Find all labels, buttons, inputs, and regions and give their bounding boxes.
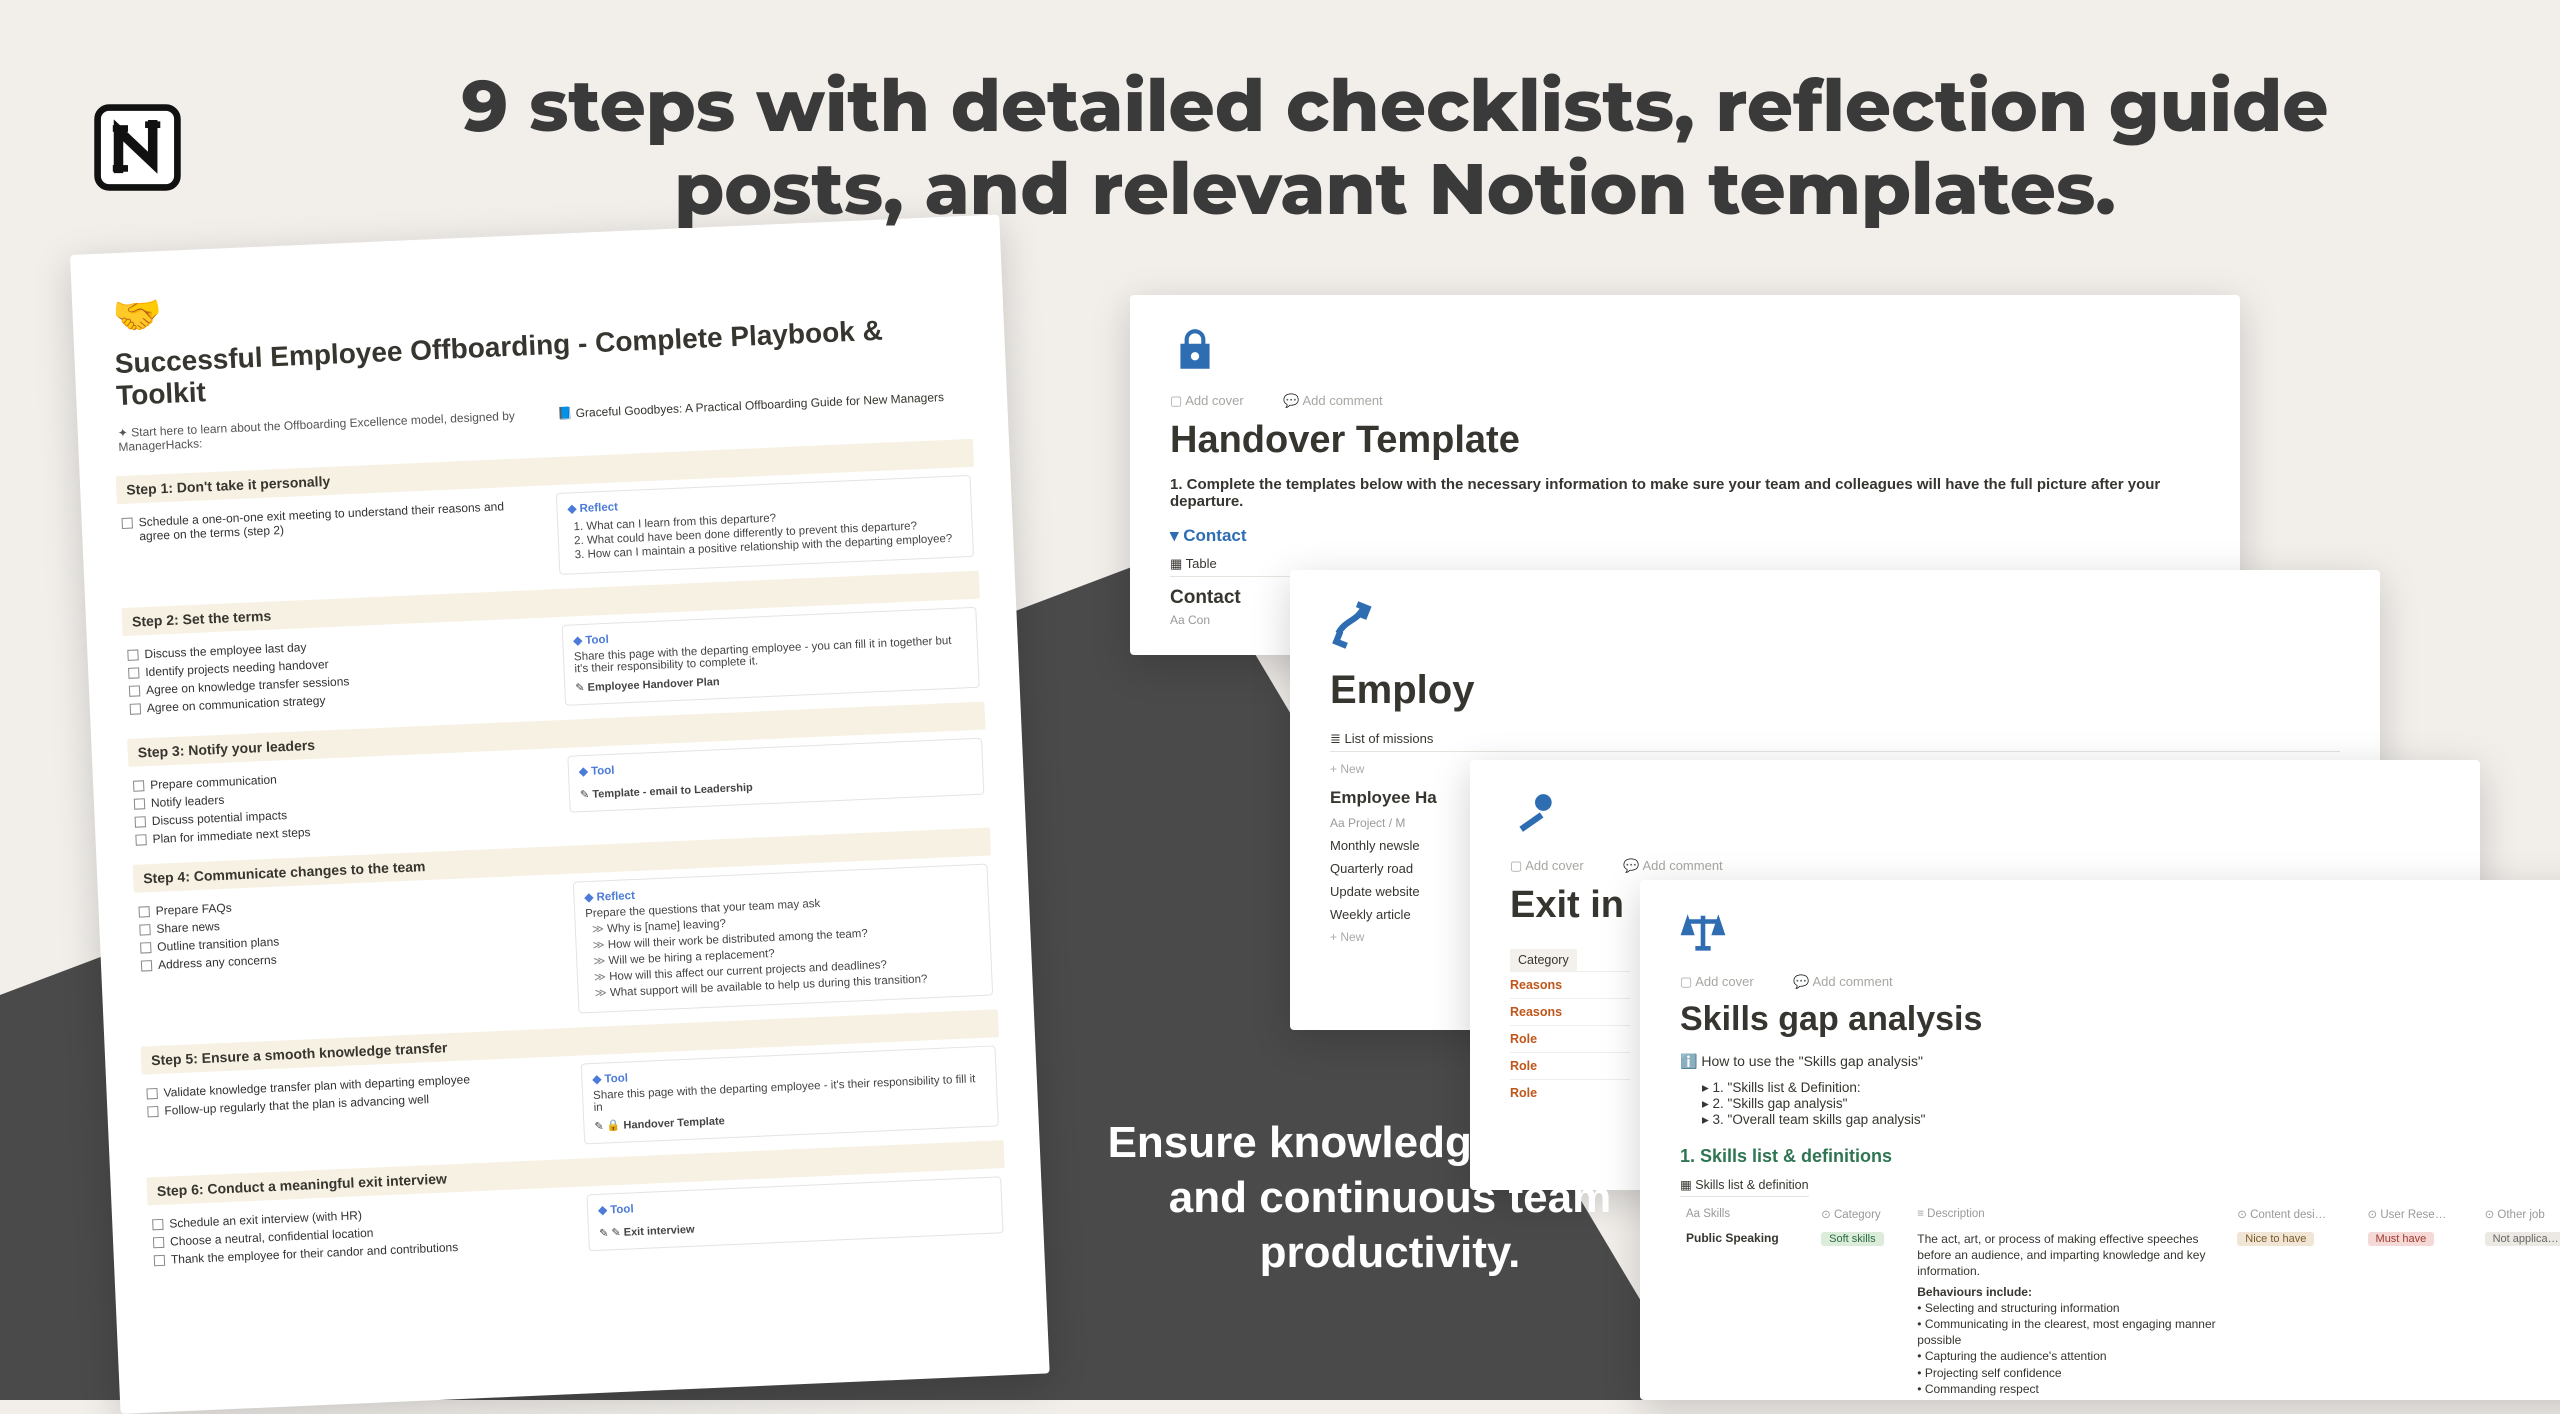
skills-section-title: 1. Skills list & definitions xyxy=(1680,1146,2560,1167)
scales-icon xyxy=(1680,910,2560,968)
callout: Tool✎ Exit interview xyxy=(586,1176,1003,1251)
th-category[interactable]: ⊙ Category xyxy=(1815,1203,1911,1225)
callout: ReflectWhat can I learn from this depart… xyxy=(556,475,974,575)
contact-toggle[interactable]: Contact xyxy=(1170,526,2200,546)
arrows-icon xyxy=(1330,600,2340,662)
headline: 9 steps with detailed checklists, reflec… xyxy=(390,65,2400,231)
add-cover-button[interactable]: ▢ Add cover xyxy=(1510,858,1602,873)
callout: ReflectPrepare the questions that your t… xyxy=(573,864,993,1014)
toc-item[interactable]: 3. "Overall team skills gap analysis" xyxy=(1702,1112,2560,1128)
callout-link[interactable]: Template - email to Leadership xyxy=(580,771,973,801)
category-item[interactable]: Reasons xyxy=(1510,998,1630,1025)
list-of-missions-tab[interactable]: List of missions xyxy=(1330,731,1433,746)
th-skills[interactable]: Aa Skills xyxy=(1680,1203,1815,1225)
priority-pill: Not applica… xyxy=(2485,1232,2560,1246)
skill-description: The act, art, or process of making effec… xyxy=(1911,1225,2231,1403)
priority-pill: Must have xyxy=(2368,1232,2435,1246)
toc-item[interactable]: 1. "Skills list & Definition: xyxy=(1702,1080,2560,1096)
add-comment-button[interactable]: 💬 Add comment xyxy=(1623,858,1740,873)
add-cover-button[interactable]: ▢ Add cover xyxy=(1170,393,1262,408)
toc-item[interactable]: 2. "Skills gap analysis" xyxy=(1702,1096,2560,1112)
table-tab[interactable]: Table xyxy=(1170,556,1217,571)
skills-list-tab[interactable]: Skills list & definition xyxy=(1680,1178,1809,1192)
playbook-intro-left: ✦ Start here to learn about the Offboard… xyxy=(118,408,529,454)
lock-icon xyxy=(1170,325,2200,387)
th-content-design[interactable]: ⊙ Content desi… xyxy=(2231,1203,2361,1225)
callout-link[interactable]: ✎ Exit interview xyxy=(599,1210,992,1240)
th-other-job[interactable]: ⊙ Other job xyxy=(2479,1203,2560,1225)
handover-title: Handover Template xyxy=(1170,419,2200,462)
th-description[interactable]: ≡ Description xyxy=(1911,1203,2231,1225)
callout: ToolTemplate - email to Leadership xyxy=(567,738,984,813)
callout: ToolShare this page with the departing e… xyxy=(581,1045,999,1144)
category-item[interactable]: Role xyxy=(1510,1079,1630,1106)
skills-table: Aa Skills ⊙ Category ≡ Description ⊙ Con… xyxy=(1680,1203,2560,1403)
skills-title: Skills gap analysis xyxy=(1680,1000,2560,1039)
add-cover-button[interactable]: ▢ Add cover xyxy=(1680,974,1772,989)
category-item[interactable]: Reasons xyxy=(1510,971,1630,998)
employee-title: Employ xyxy=(1330,668,2340,713)
skill-name: Public Speaking xyxy=(1680,1225,1815,1403)
th-user-research[interactable]: ⊙ User Rese… xyxy=(2362,1203,2479,1225)
handover-desc: 1. Complete the templates below with the… xyxy=(1170,476,2200,510)
category-pill: Soft skills xyxy=(1821,1232,1883,1246)
skills-info: How to use the "Skills gap analysis" xyxy=(1680,1053,2560,1070)
add-comment-button[interactable]: 💬 Add comment xyxy=(1283,393,1400,408)
caption: Ensure knowledge transfer and continuous… xyxy=(1080,1115,1700,1280)
callout: ToolShare this page with the departing e… xyxy=(562,607,980,706)
category-item[interactable]: Role xyxy=(1510,1025,1630,1052)
notion-logo xyxy=(90,100,185,195)
category-item[interactable]: Role xyxy=(1510,1052,1630,1079)
add-comment-button[interactable]: 💬 Add comment xyxy=(1793,974,1910,989)
playbook-panel: 🤝 Successful Employee Offboarding - Comp… xyxy=(70,214,1050,1413)
skills-gap-panel: ▢ Add cover 💬 Add comment Skills gap ana… xyxy=(1640,880,2560,1400)
category-header: Category xyxy=(1510,949,1577,971)
microphone-icon xyxy=(1510,790,2440,852)
checklist-item[interactable]: Schedule a one-on-one exit meeting to un… xyxy=(121,498,537,544)
priority-pill: Nice to have xyxy=(2237,1232,2314,1246)
playbook-intro-link[interactable]: Graceful Goodbyes: A Practical Offboardi… xyxy=(557,389,968,435)
table-row[interactable]: Public Speaking Soft skills The act, art… xyxy=(1680,1225,2560,1403)
